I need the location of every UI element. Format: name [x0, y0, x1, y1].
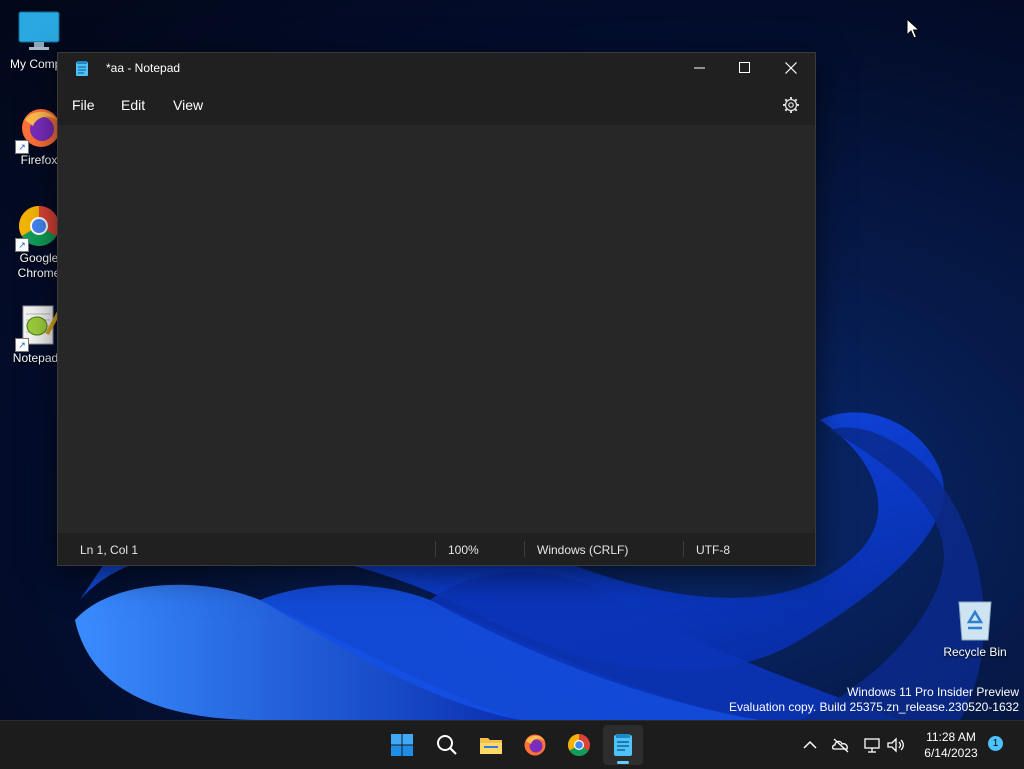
firefox-icon [524, 734, 546, 756]
minimize-icon [694, 67, 705, 69]
maximize-button[interactable] [722, 53, 768, 83]
taskbar: 11:28 AM 6/14/2023 [0, 720, 1024, 769]
mouse-cursor-icon [906, 17, 921, 45]
status-divider [683, 541, 684, 557]
firefox-icon: ↗ [15, 106, 61, 154]
taskbar-file-explorer[interactable] [471, 725, 511, 765]
notepad-window[interactable]: *aa - Notepad File Edit View Ln 1, Col 1… [57, 52, 816, 566]
network-icon[interactable] [862, 735, 882, 755]
shortcut-arrow-icon: ↗ [15, 338, 29, 352]
notification-badge[interactable]: 1 [988, 736, 1003, 751]
notepadplusplus-icon: ↗ [15, 304, 61, 352]
search-icon [437, 735, 457, 755]
taskbar-chrome[interactable] [559, 725, 599, 765]
recycle-bin-icon [953, 598, 997, 642]
desktop-icon-recycle-bin[interactable]: Recycle Bin [935, 598, 1015, 660]
taskbar-notepad[interactable] [603, 725, 643, 765]
chrome-icon: ↗ [15, 204, 61, 252]
minimize-button[interactable] [677, 53, 723, 83]
notepad-icon [614, 734, 632, 756]
status-divider [435, 541, 436, 557]
maximize-icon [739, 62, 750, 73]
shortcut-arrow-icon: ↗ [15, 238, 29, 252]
taskbar-clock[interactable]: 11:28 AM 6/14/2023 [912, 729, 990, 761]
watermark-line-1: Windows 11 Pro Insider Preview [847, 685, 1019, 699]
cursor-position: Ln 1, Col 1 [80, 543, 139, 557]
status-bar: Ln 1, Col 1 100% Windows (CRLF) UTF-8 [58, 533, 815, 565]
shortcut-arrow-icon: ↗ [15, 140, 29, 154]
close-button[interactable] [768, 53, 814, 83]
taskbar-firefox[interactable] [515, 725, 555, 765]
chrome-icon [568, 734, 590, 756]
clock-date: 6/14/2023 [924, 746, 978, 760]
zoom-level[interactable]: 100% [448, 543, 479, 557]
watermark-line-2: Evaluation copy. Build 25375.zn_release.… [729, 700, 1019, 714]
line-ending[interactable]: Windows (CRLF) [537, 543, 628, 557]
active-app-indicator [617, 761, 629, 764]
encoding[interactable]: UTF-8 [696, 543, 730, 557]
menu-edit[interactable]: Edit [121, 97, 145, 113]
windows-logo-icon [391, 734, 413, 756]
notepad-app-icon [76, 61, 88, 76]
search-button[interactable] [427, 725, 467, 765]
volume-icon[interactable] [886, 735, 906, 755]
window-title: *aa - Notepad [106, 61, 181, 75]
start-button[interactable] [382, 725, 422, 765]
evaluation-watermark: Windows 11 Pro Insider Preview Evaluatio… [729, 685, 1019, 715]
menu-view[interactable]: View [173, 97, 203, 113]
close-icon [785, 62, 797, 74]
status-divider [524, 541, 525, 557]
show-hidden-icons-chevron-icon[interactable] [800, 735, 820, 755]
onedrive-offline-icon[interactable] [831, 735, 851, 755]
menu-bar: File Edit View [58, 87, 815, 125]
settings-gear-icon[interactable] [782, 96, 800, 114]
monitor-icon [17, 10, 61, 54]
title-bar[interactable]: *aa - Notepad [58, 53, 815, 85]
text-editor-area[interactable] [58, 125, 815, 533]
folder-icon [480, 738, 502, 754]
menu-file[interactable]: File [72, 97, 95, 113]
desktop-icon-label: Recycle Bin [943, 645, 1007, 659]
clock-time: 11:28 AM [926, 730, 976, 744]
